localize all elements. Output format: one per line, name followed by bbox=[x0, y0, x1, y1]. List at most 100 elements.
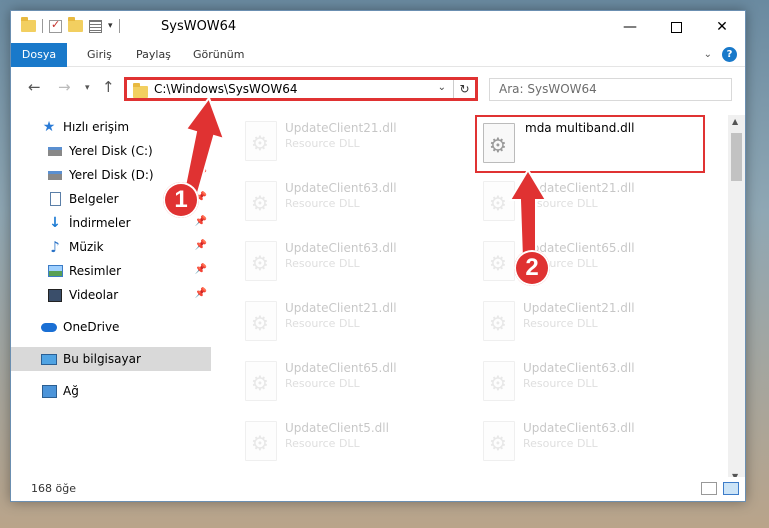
sidebar-item-this-pc[interactable]: Bu bilgisayar bbox=[11, 347, 211, 371]
file-type: Resource DLL bbox=[523, 197, 598, 210]
file-type: Resource DLL bbox=[285, 197, 360, 210]
drive-icon bbox=[47, 167, 63, 183]
vertical-scrollbar[interactable]: ▲ ▼ bbox=[728, 115, 745, 483]
scrollbar-thumb[interactable] bbox=[731, 133, 742, 181]
file-tile[interactable]: UpdateClient21.dll Resource DLL bbox=[479, 295, 707, 347]
forward-arrow-icon[interactable]: → bbox=[58, 78, 71, 96]
sidebar-item-local-disk-c[interactable]: Yerel Disk (C:) 📌 bbox=[11, 139, 211, 163]
help-icon[interactable]: ? bbox=[722, 47, 737, 62]
file-tile[interactable]: UpdateClient63.dll Resource DLL bbox=[479, 415, 707, 467]
network-icon bbox=[41, 383, 57, 399]
up-arrow-icon[interactable]: ↑ bbox=[102, 78, 115, 96]
drive-icon bbox=[47, 143, 63, 159]
ribbon-right-controls: ⌄ ? bbox=[704, 47, 737, 62]
back-arrow-icon[interactable]: ← bbox=[28, 78, 41, 96]
separator bbox=[42, 19, 43, 33]
file-name: UpdateClient65.dll bbox=[285, 361, 397, 375]
folder-icon bbox=[133, 83, 148, 98]
dll-file-icon bbox=[245, 361, 277, 401]
sidebar-item-label: Resimler bbox=[69, 264, 122, 278]
file-tile[interactable]: UpdateClient65.dll Resource DLL bbox=[241, 355, 469, 407]
file-list: UpdateClient21.dll Resource DLL UpdateCl… bbox=[221, 115, 727, 483]
file-type: Resource DLL bbox=[285, 257, 360, 270]
sidebar-item-onedrive[interactable]: OneDrive bbox=[11, 315, 211, 339]
dll-file-icon bbox=[483, 241, 515, 281]
status-bar: 168 öğe bbox=[11, 477, 745, 501]
explorer-window: ▾ SysWOW64 — ✕ Dosya Giriş Paylaş Görünü… bbox=[10, 10, 746, 502]
file-type: Resource DLL bbox=[523, 377, 598, 390]
expand-ribbon-chevron-icon[interactable]: ⌄ bbox=[704, 49, 712, 60]
sidebar-item-quick-access[interactable]: ★ Hızlı erişim bbox=[11, 115, 211, 139]
sidebar-item-music[interactable]: ♪ Müzik 📌 bbox=[11, 235, 211, 259]
dll-file-icon bbox=[483, 361, 515, 401]
window-title: SysWOW64 bbox=[161, 19, 237, 34]
file-name: mda multiband.dll bbox=[525, 121, 635, 135]
file-name: UpdateClient21.dll bbox=[285, 301, 397, 315]
maximize-button[interactable] bbox=[653, 11, 699, 43]
ribbon: Dosya Giriş Paylaş Görünüm ⌄ ? bbox=[11, 43, 745, 67]
new-folder-icon[interactable] bbox=[68, 17, 83, 32]
pin-icon: 📌 bbox=[194, 168, 207, 179]
dll-file-icon bbox=[483, 301, 515, 341]
customize-view-icon[interactable] bbox=[89, 19, 102, 33]
file-tile[interactable]: UpdateClient5.dll Resource DLL bbox=[241, 415, 469, 467]
address-bar[interactable]: C:\Windows\SysWOW64 ⌄ ↻ bbox=[124, 77, 478, 101]
file-type: Resource DLL bbox=[285, 137, 360, 150]
tab-home[interactable]: Giriş bbox=[87, 43, 112, 67]
file-tile[interactable]: UpdateClient63.dll Resource DLL bbox=[241, 175, 469, 227]
chevron-down-icon[interactable]: ▾ bbox=[108, 21, 113, 31]
file-tile[interactable]: UpdateClient65.dll Resource DLL bbox=[479, 235, 707, 287]
dll-file-icon bbox=[245, 301, 277, 341]
search-input[interactable]: Ara: SysWOW64 bbox=[489, 78, 732, 101]
file-tile[interactable]: UpdateClient63.dll Resource DLL bbox=[241, 235, 469, 287]
cloud-icon bbox=[41, 319, 57, 335]
minimize-button[interactable]: — bbox=[607, 11, 653, 43]
refresh-icon[interactable]: ↻ bbox=[453, 80, 475, 98]
file-name: UpdateClient63.dll bbox=[523, 361, 635, 375]
file-tile[interactable]: UpdateClient21.dll Resource DLL bbox=[241, 295, 469, 347]
address-path[interactable]: C:\Windows\SysWOW64 bbox=[154, 82, 298, 96]
title-bar: ▾ SysWOW64 — ✕ bbox=[11, 11, 745, 43]
pin-icon: 📌 bbox=[194, 216, 207, 227]
dll-file-icon bbox=[245, 241, 277, 281]
dll-file-icon bbox=[245, 181, 277, 221]
tab-file[interactable]: Dosya bbox=[11, 43, 67, 67]
file-name: UpdateClient21.dll bbox=[523, 181, 635, 195]
item-count: 168 öğe bbox=[31, 482, 76, 495]
file-name: UpdateClient5.dll bbox=[285, 421, 389, 435]
tab-view[interactable]: Görünüm bbox=[193, 43, 244, 67]
computer-icon bbox=[41, 351, 57, 367]
tiles-view-icon[interactable] bbox=[723, 482, 739, 495]
close-button[interactable]: ✕ bbox=[699, 11, 745, 43]
navigation-pane: ★ Hızlı erişim Yerel Disk (C:) 📌 Yerel D… bbox=[11, 115, 211, 475]
music-icon: ♪ bbox=[50, 238, 60, 256]
step-2-badge: 2 bbox=[514, 250, 550, 286]
scroll-up-arrow-icon[interactable]: ▲ bbox=[732, 117, 738, 126]
sidebar-item-pictures[interactable]: Resimler 📌 bbox=[11, 259, 211, 283]
file-name: UpdateClient21.dll bbox=[285, 121, 397, 135]
sidebar-item-label: Bu bilgisayar bbox=[63, 352, 141, 366]
highlighted-dll-file[interactable]: mda multiband.dll bbox=[475, 115, 705, 173]
close-icon: ✕ bbox=[716, 19, 728, 35]
address-dropdown-chevron-icon[interactable]: ⌄ bbox=[438, 82, 446, 93]
sidebar-item-videos[interactable]: Videolar 📌 bbox=[11, 283, 211, 307]
dll-file-icon bbox=[483, 181, 515, 221]
details-view-icon[interactable] bbox=[701, 482, 717, 495]
document-icon bbox=[47, 191, 63, 207]
sidebar-item-label: Yerel Disk (D:) bbox=[69, 168, 154, 182]
download-icon: ↓ bbox=[49, 215, 61, 231]
sidebar-item-network[interactable]: Ağ bbox=[11, 379, 211, 403]
tab-share[interactable]: Paylaş bbox=[136, 43, 171, 67]
file-type: Resource DLL bbox=[523, 437, 598, 450]
file-tile[interactable]: UpdateClient21.dll Resource DLL bbox=[241, 115, 469, 167]
recent-locations-chevron-icon[interactable]: ▾ bbox=[85, 83, 90, 93]
file-tile[interactable]: UpdateClient21.dll Resource DLL bbox=[479, 175, 707, 227]
maximize-icon bbox=[670, 21, 682, 33]
file-tile[interactable]: UpdateClient63.dll Resource DLL bbox=[479, 355, 707, 407]
sidebar-item-label: Belgeler bbox=[69, 192, 119, 206]
sidebar-item-label: Ağ bbox=[63, 384, 79, 398]
minimize-icon: — bbox=[623, 19, 637, 35]
video-icon bbox=[47, 287, 63, 303]
file-name: UpdateClient63.dll bbox=[285, 241, 397, 255]
properties-check-icon[interactable] bbox=[49, 18, 62, 33]
